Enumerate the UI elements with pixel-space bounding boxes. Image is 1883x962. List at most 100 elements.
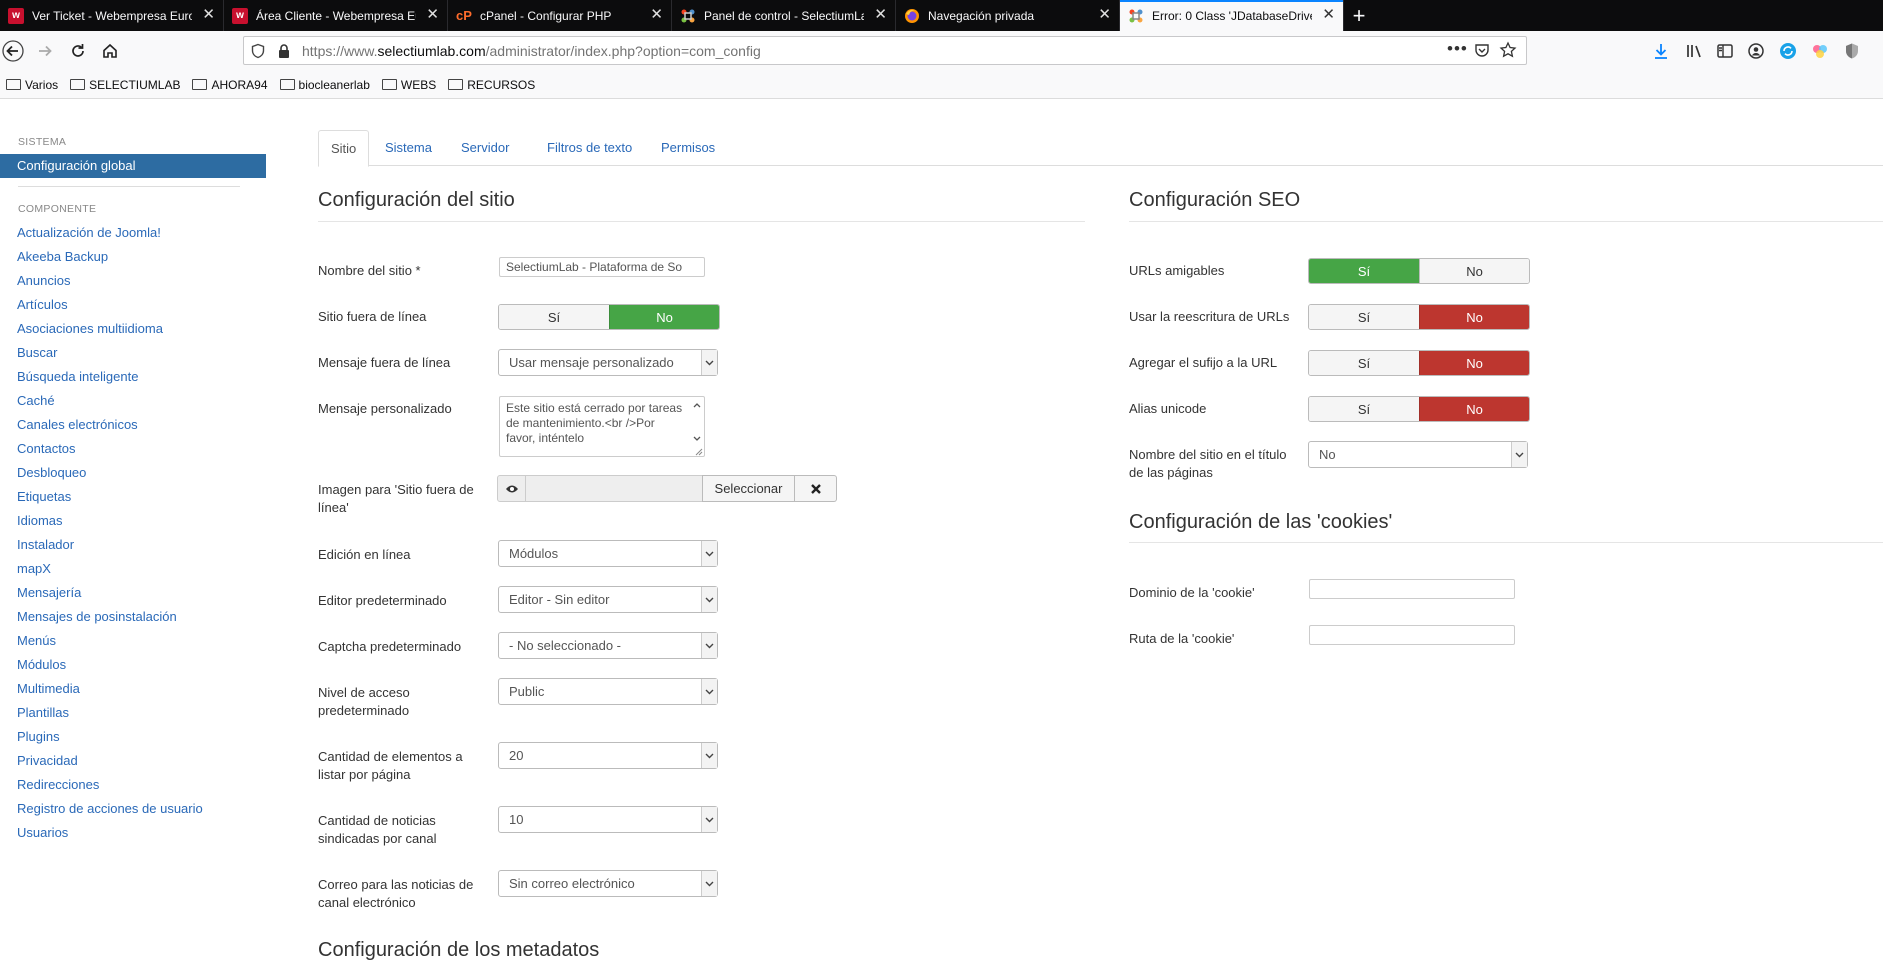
sidebar-item[interactable]: Caché bbox=[17, 393, 55, 408]
url-suffix-toggle[interactable]: Sí No bbox=[1308, 350, 1530, 376]
sidebar-item[interactable]: Buscar bbox=[17, 345, 57, 360]
back-arrow-icon[interactable] bbox=[1, 39, 25, 63]
sidebar-item[interactable]: Anuncios bbox=[17, 273, 70, 288]
tab-text-filters[interactable]: Filtros de texto bbox=[535, 130, 644, 166]
close-icon[interactable]: ✕ bbox=[1322, 7, 1335, 22]
sidebar-item[interactable]: Idiomas bbox=[17, 513, 63, 528]
close-icon[interactable]: ✕ bbox=[1098, 7, 1111, 22]
tab-server[interactable]: Servidor bbox=[449, 130, 521, 166]
default-access-select[interactable]: Public bbox=[498, 678, 718, 705]
library-icon[interactable] bbox=[1685, 42, 1703, 63]
custom-message-textarea[interactable]: Este sitio está cerrado por tareas de ma… bbox=[499, 396, 705, 457]
preview-eye-icon[interactable] bbox=[497, 475, 526, 502]
download-icon[interactable] bbox=[1653, 42, 1669, 63]
extension-sync-icon[interactable] bbox=[1779, 42, 1797, 63]
bookmark-star-icon[interactable] bbox=[1499, 41, 1517, 62]
browser-tab[interactable]: w Ver Ticket - Webempresa Europa ✕ bbox=[0, 0, 224, 31]
tab-system[interactable]: Sistema bbox=[373, 130, 444, 166]
privacy-shield-extension-icon[interactable] bbox=[1843, 42, 1861, 63]
home-icon[interactable] bbox=[98, 39, 122, 63]
close-icon[interactable]: ✕ bbox=[650, 7, 663, 22]
url-text[interactable]: https://www.selectiumlab.com/administrat… bbox=[302, 43, 761, 59]
sidebar-icon[interactable] bbox=[1716, 42, 1734, 63]
sidebar-item[interactable]: Actualización de Joomla! bbox=[17, 225, 161, 240]
sidebar-item-global-configuration[interactable]: Configuración global bbox=[0, 154, 266, 178]
sitename-in-title-select[interactable]: No bbox=[1308, 441, 1528, 468]
bookmark-folder[interactable]: RECURSOS bbox=[448, 78, 535, 92]
sidebar-item[interactable]: Redirecciones bbox=[17, 777, 99, 792]
list-limit-select[interactable]: 20 bbox=[498, 742, 718, 769]
sidebar-item[interactable]: Canales electrónicos bbox=[17, 417, 138, 432]
account-icon[interactable] bbox=[1747, 42, 1765, 63]
sidebar-item[interactable]: Menús bbox=[17, 633, 56, 648]
sidebar-item[interactable]: Plantillas bbox=[17, 705, 69, 720]
default-editor-select[interactable]: Editor - Sin editor bbox=[498, 586, 718, 613]
pocket-icon[interactable] bbox=[1474, 42, 1490, 61]
browser-tab-active[interactable]: Error: 0 Class 'JDatabaseDriverMysqli' ✕ bbox=[1120, 0, 1344, 31]
lock-icon[interactable] bbox=[277, 43, 291, 62]
url-rewrite-toggle[interactable]: Sí No bbox=[1308, 304, 1530, 330]
forward-arrow-icon[interactable] bbox=[33, 39, 57, 63]
feed-email-select[interactable]: Sin correo electrónico bbox=[498, 870, 718, 897]
sidebar-item[interactable]: Plugins bbox=[17, 729, 60, 744]
cookie-domain-input[interactable] bbox=[1309, 579, 1515, 599]
suffix-no-option[interactable]: No bbox=[1419, 351, 1529, 375]
sidebar-item[interactable]: Mensajería bbox=[17, 585, 81, 600]
sidebar-item[interactable]: Registro de acciones de usuario bbox=[17, 801, 203, 816]
clear-x-icon[interactable] bbox=[795, 475, 837, 502]
close-icon[interactable]: ✕ bbox=[874, 7, 887, 22]
bookmark-folder[interactable]: AHORA94 bbox=[192, 78, 268, 92]
sef-urls-toggle[interactable]: Sí No bbox=[1308, 258, 1530, 284]
image-path-input[interactable] bbox=[526, 475, 702, 502]
edit-inline-select[interactable]: Módulos bbox=[498, 540, 718, 567]
sidebar-item[interactable]: Etiquetas bbox=[17, 489, 71, 504]
shield-icon[interactable] bbox=[250, 43, 266, 62]
bookmark-folder[interactable]: WEBS bbox=[381, 78, 436, 92]
browser-tab[interactable]: w Área Cliente - Webempresa Europa ✕ bbox=[224, 0, 448, 31]
unicode-yes-option[interactable]: Sí bbox=[1309, 397, 1419, 421]
feed-limit-select[interactable]: 10 bbox=[498, 806, 718, 833]
unicode-no-option[interactable]: No bbox=[1419, 397, 1529, 421]
site-name-input[interactable]: SelectiumLab - Plataforma de So bbox=[499, 257, 705, 277]
sidebar-item[interactable]: Contactos bbox=[17, 441, 76, 456]
select-image-button[interactable]: Seleccionar bbox=[702, 475, 795, 502]
tab-permissions[interactable]: Permisos bbox=[649, 130, 727, 166]
page-actions-icon[interactable]: ••• bbox=[1447, 39, 1468, 59]
close-icon[interactable]: ✕ bbox=[202, 7, 215, 22]
offline-no-option[interactable]: No bbox=[609, 305, 719, 329]
suffix-yes-option[interactable]: Sí bbox=[1309, 351, 1419, 375]
browser-tab[interactable]: Navegación privada ✕ bbox=[896, 0, 1120, 31]
close-icon[interactable]: ✕ bbox=[426, 7, 439, 22]
new-tab-plus-icon[interactable]: + bbox=[1344, 0, 1374, 31]
textarea-scrollbar[interactable] bbox=[690, 397, 704, 456]
rewrite-yes-option[interactable]: Sí bbox=[1309, 305, 1419, 329]
rewrite-no-option[interactable]: No bbox=[1419, 305, 1529, 329]
reload-icon[interactable] bbox=[66, 39, 90, 63]
url-bar[interactable]: https://www.selectiumlab.com/administrat… bbox=[243, 36, 1527, 65]
unicode-alias-toggle[interactable]: Sí No bbox=[1308, 396, 1530, 422]
sidebar-item[interactable]: Desbloqueo bbox=[17, 465, 86, 480]
cookie-path-input[interactable] bbox=[1309, 625, 1515, 645]
sef-no-option[interactable]: No bbox=[1419, 259, 1529, 283]
bookmark-folder[interactable]: biocleanerlab bbox=[279, 78, 370, 92]
sidebar-item[interactable]: Asociaciones multiidioma bbox=[17, 321, 163, 336]
bookmark-folder[interactable]: Varios bbox=[6, 78, 58, 92]
bookmark-folder[interactable]: SELECTIUMLAB bbox=[70, 78, 180, 92]
default-captcha-select[interactable]: - No seleccionado - bbox=[498, 632, 718, 659]
sidebar-item[interactable]: Usuarios bbox=[17, 825, 68, 840]
sidebar-item[interactable]: Multimedia bbox=[17, 681, 80, 696]
sidebar-item[interactable]: Artículos bbox=[17, 297, 68, 312]
sidebar-item[interactable]: Instalador bbox=[17, 537, 74, 552]
sef-yes-option[interactable]: Sí bbox=[1309, 259, 1419, 283]
sidebar-item[interactable]: Akeeba Backup bbox=[17, 249, 108, 264]
sidebar-item[interactable]: Mensajes de posinstalación bbox=[17, 609, 177, 624]
tab-site[interactable]: Sitio bbox=[318, 130, 370, 167]
offline-message-select[interactable]: Usar mensaje personalizado bbox=[498, 349, 718, 376]
sidebar-item[interactable]: Módulos bbox=[17, 657, 66, 672]
color-extension-icon[interactable] bbox=[1811, 42, 1829, 63]
offline-yes-option[interactable]: Sí bbox=[499, 305, 609, 329]
offline-toggle[interactable]: Sí No bbox=[498, 304, 720, 330]
sidebar-item[interactable]: Búsqueda inteligente bbox=[17, 369, 138, 384]
browser-tab[interactable]: Panel de control - SelectiumLab ✕ bbox=[672, 0, 896, 31]
browser-tab[interactable]: cP cPanel - Configurar PHP ✕ bbox=[448, 0, 672, 31]
